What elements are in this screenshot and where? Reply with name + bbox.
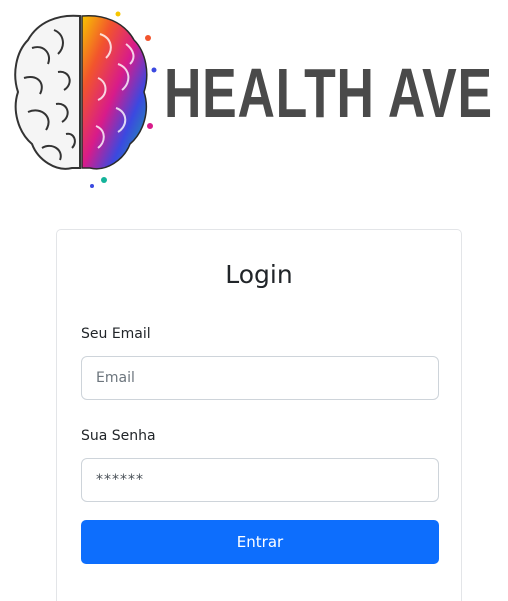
login-card: Login Seu Email Sua Senha Entrar <box>56 229 462 601</box>
submit-button[interactable]: Entrar <box>81 520 439 564</box>
password-input[interactable] <box>81 458 439 502</box>
password-label: Sua Senha <box>81 428 156 444</box>
email-input[interactable] <box>81 356 439 400</box>
brain-icon <box>14 11 157 188</box>
brand-logo: HEALTH AVE <box>8 8 500 194</box>
login-page: HEALTH AVE Login Seu Email Sua Senha Ent… <box>0 0 508 601</box>
login-title: Login <box>225 260 293 289</box>
email-label: Seu Email <box>81 326 151 342</box>
brand-name: HEALTH AVE <box>164 54 493 132</box>
